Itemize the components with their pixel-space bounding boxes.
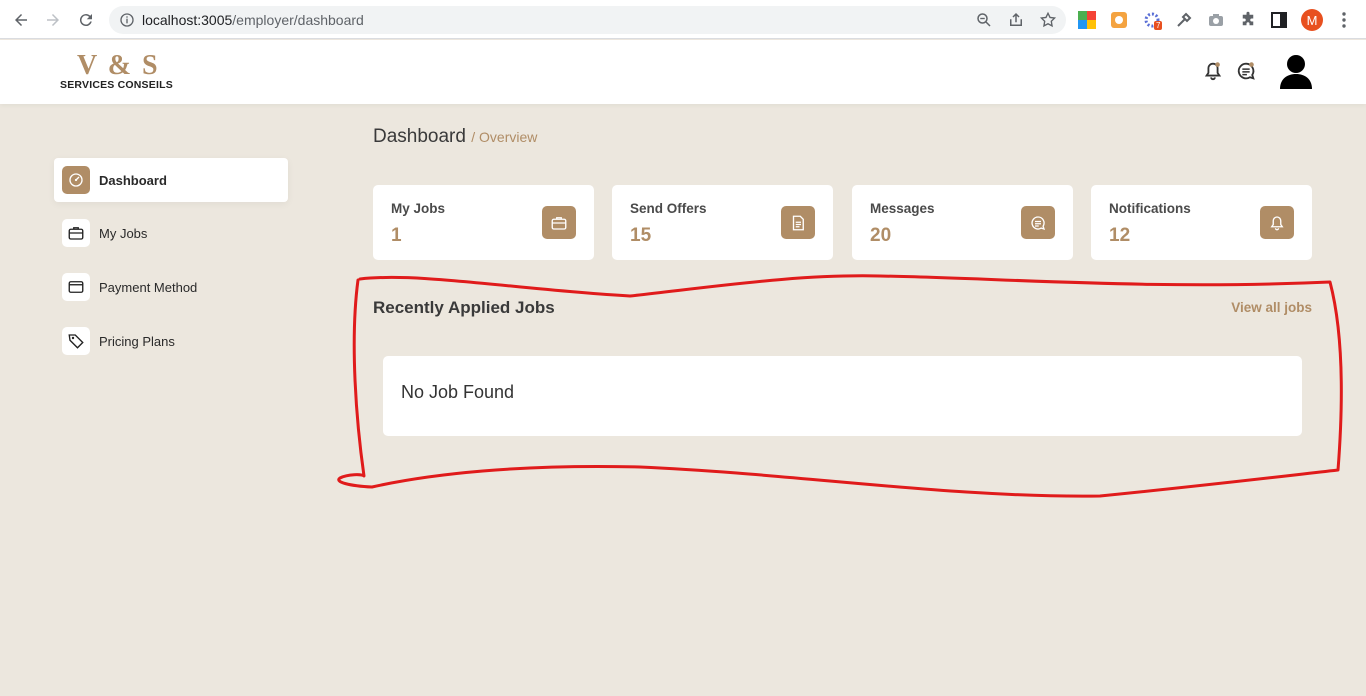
empty-jobs-panel: No Job Found (383, 356, 1302, 436)
extension-orange-icon[interactable] (1109, 10, 1129, 30)
stat-card-my-jobs[interactable]: My Jobs 1 (373, 185, 594, 260)
sidebar-item-label: My Jobs (99, 225, 148, 241)
back-button[interactable] (9, 8, 33, 32)
briefcase-icon (542, 206, 576, 239)
zoom-icon[interactable] (975, 11, 993, 29)
star-icon[interactable] (1039, 11, 1057, 29)
stat-title: My Jobs (391, 201, 446, 216)
bell-icon (1260, 206, 1294, 239)
url-path: /employer/dashboard (232, 12, 364, 28)
url-text: localhost:3005/employer/dashboard (142, 12, 364, 28)
camera-icon[interactable] (1206, 10, 1226, 30)
forward-button[interactable] (41, 8, 65, 32)
eyedropper-icon[interactable] (1174, 10, 1194, 30)
stat-card-messages[interactable]: Messages 20 (852, 185, 1073, 260)
breadcrumb: Dashboard / Overview (373, 126, 537, 148)
briefcase-icon (62, 219, 90, 247)
reload-icon (79, 14, 92, 27)
profile-avatar[interactable]: M (1301, 9, 1323, 31)
extension-badge: 7 (1154, 21, 1163, 30)
credit-card-icon (62, 273, 90, 301)
puzzle-icon[interactable] (1238, 10, 1258, 30)
arrow-left-icon (15, 14, 27, 26)
notification-bell-icon[interactable] (1202, 60, 1224, 82)
sidebar-item-label: Payment Method (99, 279, 198, 295)
extension-gear-badge-icon[interactable]: 7 (1142, 10, 1163, 30)
stat-title: Send Offers (630, 201, 707, 216)
browser-toolbar: localhost:3005/employer/dashboard 7 M (0, 0, 1366, 39)
logo-sub: SERVICES CONSEILS (60, 79, 173, 91)
view-all-jobs-link[interactable]: View all jobs (1231, 300, 1312, 315)
arrow-right-icon (47, 14, 59, 26)
kebab-menu-icon[interactable] (1334, 10, 1354, 30)
page-title: Dashboard (373, 126, 466, 147)
speedometer-icon (62, 166, 90, 194)
chat-icon[interactable] (1235, 60, 1257, 82)
stat-card-send-offers[interactable]: Send Offers 15 (612, 185, 833, 260)
logo-main: V & S (77, 50, 160, 81)
address-bar[interactable]: localhost:3005/employer/dashboard (109, 6, 1066, 34)
share-icon[interactable] (1007, 11, 1025, 29)
reload-button[interactable] (74, 8, 98, 32)
price-tag-icon (62, 327, 90, 355)
stat-value: 12 (1109, 225, 1131, 246)
section-title: Recently Applied Jobs (373, 298, 555, 317)
user-avatar-icon[interactable] (1279, 53, 1313, 89)
sidebar-item-my-jobs[interactable]: My Jobs (54, 211, 288, 255)
stat-title: Messages (870, 201, 935, 216)
sidebar-item-pricing-plans[interactable]: Pricing Plans (54, 319, 288, 363)
stat-title: Notifications (1109, 201, 1191, 216)
empty-state-text: No Job Found (401, 382, 515, 402)
sidebar-item-label: Dashboard (99, 172, 167, 188)
info-icon[interactable] (119, 12, 135, 28)
breadcrumb-sub[interactable]: / Overview (471, 129, 537, 145)
document-icon (781, 206, 815, 239)
stat-card-notifications[interactable]: Notifications 12 (1091, 185, 1312, 260)
url-host: localhost:3005 (142, 12, 233, 28)
brand-logo[interactable]: V & S SERVICES CONSEILS (60, 50, 180, 96)
sidebar-item-payment-method[interactable]: Payment Method (54, 265, 288, 309)
message-icon (1021, 206, 1055, 239)
stat-value: 1 (391, 225, 402, 246)
sidebar-item-label: Pricing Plans (99, 333, 175, 349)
extension-colorful-icon[interactable] (1077, 10, 1097, 30)
side-panel-icon[interactable] (1269, 10, 1289, 30)
sidebar-item-dashboard[interactable]: Dashboard (54, 158, 288, 202)
stat-value: 15 (630, 225, 652, 246)
app-header: V & S SERVICES CONSEILS (0, 40, 1366, 104)
stat-value: 20 (870, 225, 892, 246)
